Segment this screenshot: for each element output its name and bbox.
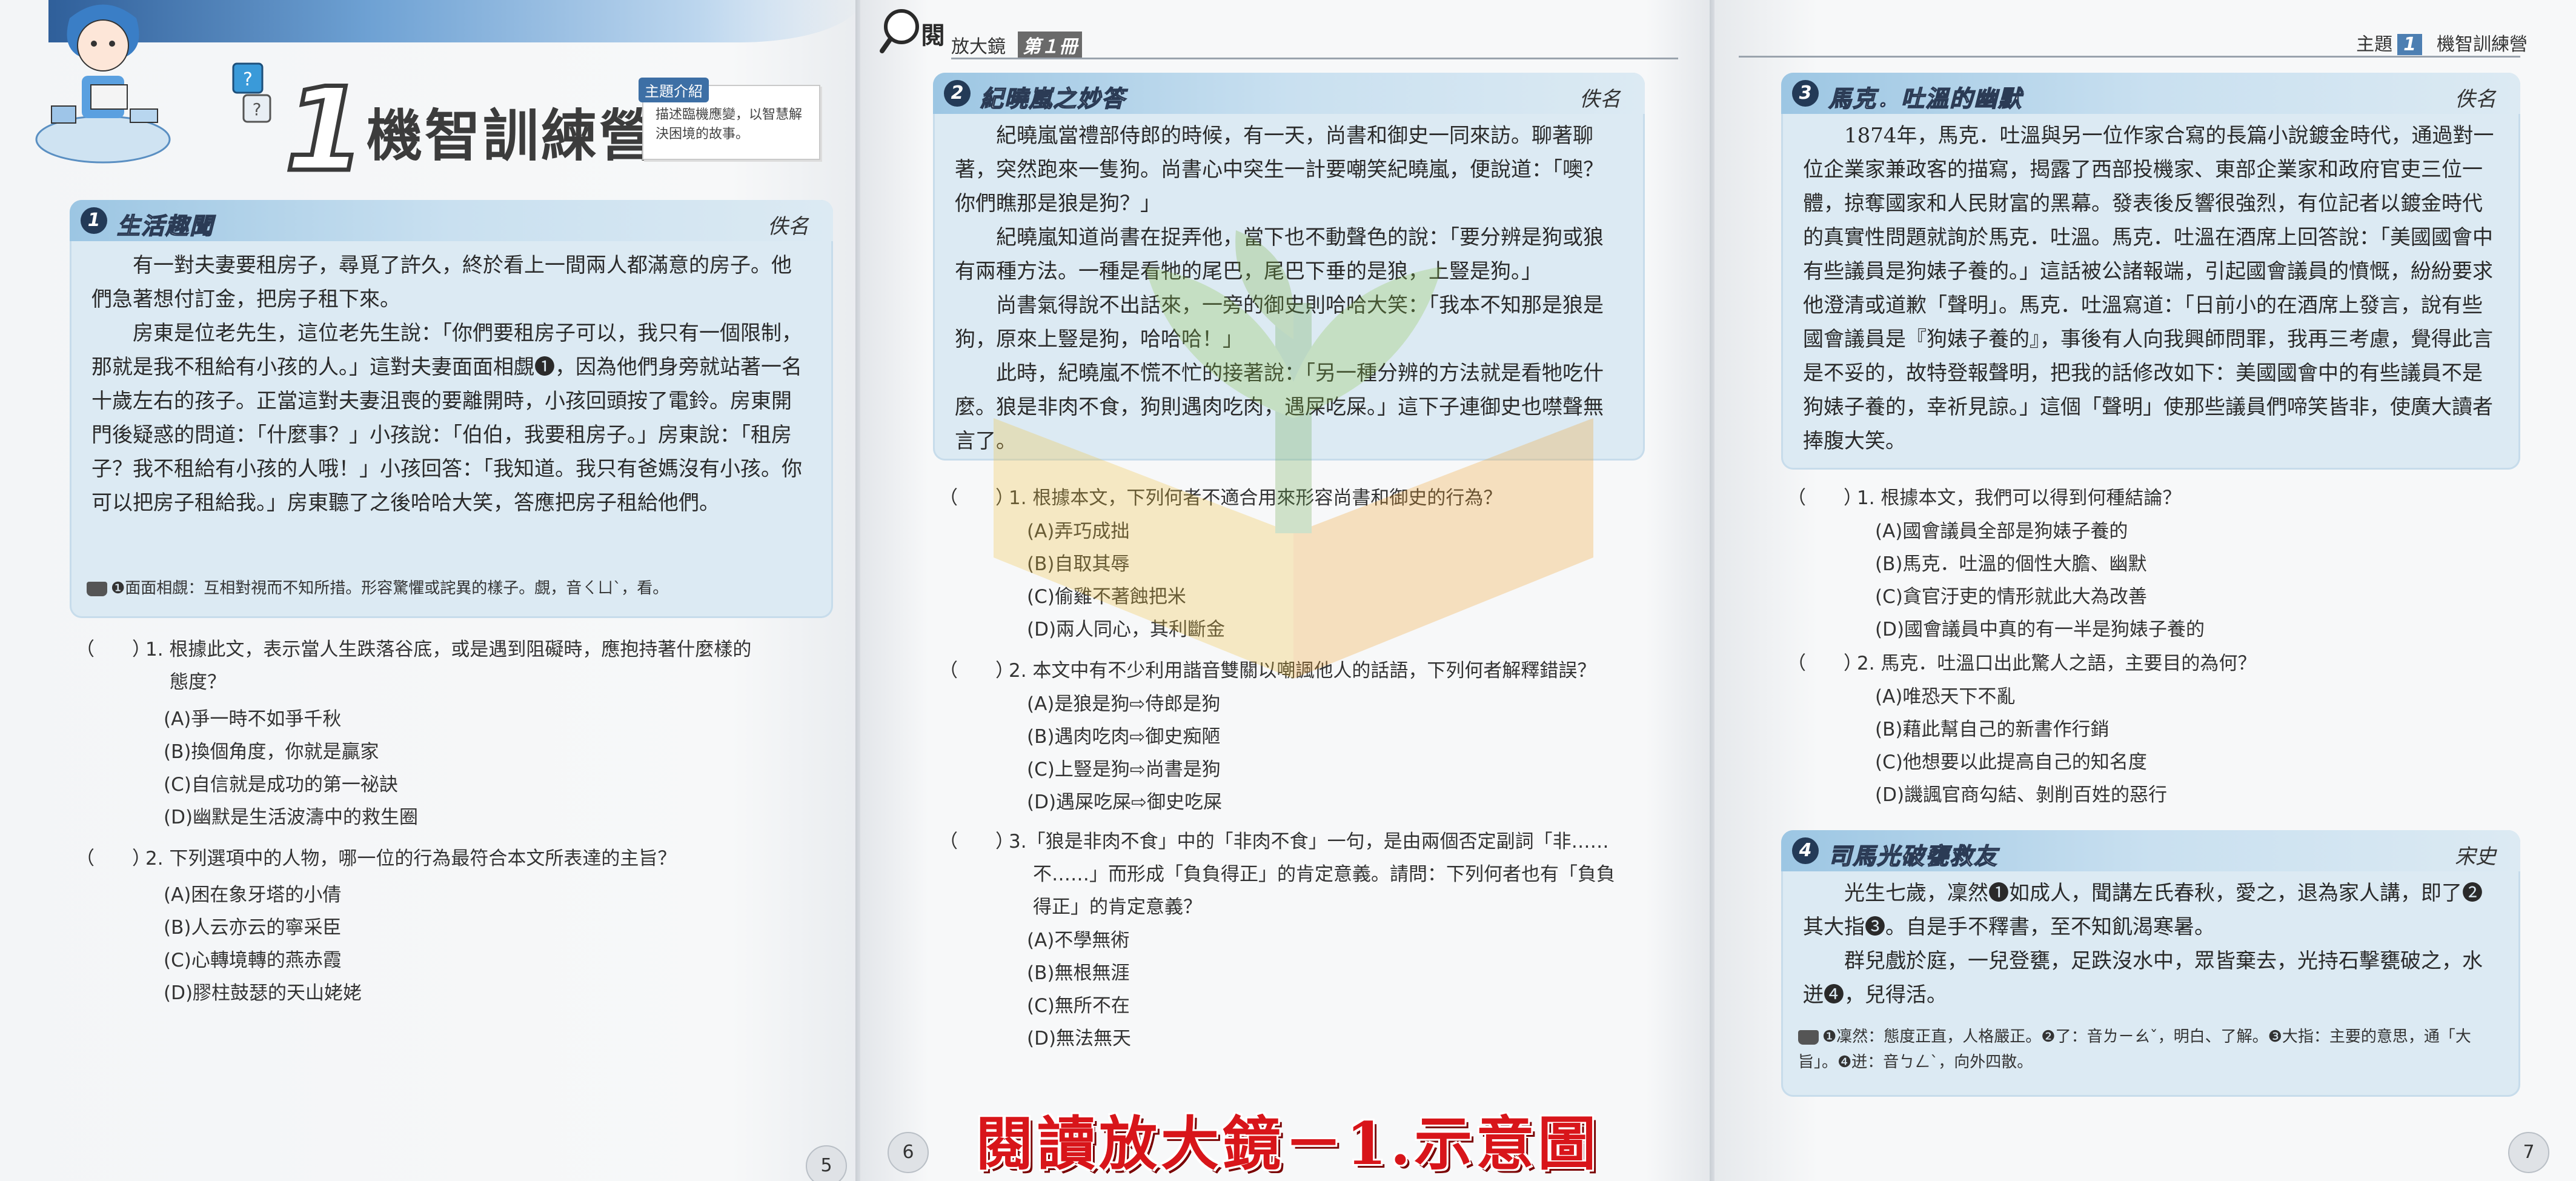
story-author: 佚名 xyxy=(2455,87,2496,111)
answer-blank[interactable]: （ ） xyxy=(76,842,151,875)
page-number: 7 xyxy=(2508,1132,2549,1173)
story-number: 3 xyxy=(1792,80,1819,107)
story-paragraph: 有一對夫妻要租房子，尋覓了許久，終於看上一間兩人都滿意的房子。他們急著想付訂金，… xyxy=(91,253,792,311)
question-text: 3.「狼是非肉不食」中的「非肉不食」一句，是由兩個否定副詞「非…… xyxy=(1009,831,1609,853)
glossary-text: ❶凜然：態度正直，人格嚴正。❷了：音ㄌㄧㄠˇ，明白、了解。❸大指：主要的意思，通… xyxy=(1798,1028,2471,1071)
story-paragraph: 房東是位老先生，這位老先生說：「你們要租房子可以，我只有一個限制，那就是我不租給… xyxy=(91,321,802,515)
story-paragraph: 紀曉嵐當禮部侍郎的時候，有一天，尚書和御史一同來訪。聊著聊著，突然跑來一隻狗。尚… xyxy=(955,124,1604,216)
reading-girl-mascot-icon xyxy=(35,4,171,164)
question-1: （ ） 1. 根據此文，表示當人生跌落谷底，或是遇到阻礙時，應抱持著什麼樣的 態… xyxy=(76,633,851,706)
story-title: 馬克．吐溫的幽默 xyxy=(1828,85,2023,113)
option-a[interactable]: (A)國會議員全部是狗婊子養的 xyxy=(1875,515,2128,548)
story-title: 司馬光破甕救友 xyxy=(1828,842,1999,870)
option-b[interactable]: (B)馬克．吐溫的個性大膽、幽默 xyxy=(1875,548,2146,581)
unit-title: 機智訓練營 xyxy=(367,104,658,168)
book-spread: ? ? 1 機智訓練營 主題介紹 描述臨機應變，以智慧解決困境的故事。 1 生活… xyxy=(0,0,2576,1181)
book-icon xyxy=(87,581,107,596)
option-c[interactable]: (C)心轉境轉的燕赤霞 xyxy=(164,944,342,977)
story-number: 4 xyxy=(1792,837,1819,864)
option-b[interactable]: (B)人云亦云的寧采臣 xyxy=(164,911,341,944)
question-block-icon: ? ? xyxy=(232,62,271,123)
series-header: 放大鏡 第１冊 xyxy=(951,32,1082,58)
story-number: 2 xyxy=(944,80,971,107)
story-author: 佚名 xyxy=(1579,87,1621,111)
option-b[interactable]: (B)無根無涯 xyxy=(1027,957,1129,990)
topic-header: 主題 1 機智訓練營 xyxy=(2356,29,2528,56)
diagram-caption: 閱讀放大鏡－1.示意圖 xyxy=(975,1109,1600,1178)
option-b[interactable]: (B)換個角度，你就是贏家 xyxy=(164,736,379,768)
option-a[interactable]: (A)困在象牙塔的小倩 xyxy=(164,879,341,911)
story-body: 有一對夫妻要租房子，尋覓了許久，終於看上一間兩人都滿意的房子。他們急著想付訂金，… xyxy=(91,248,811,520)
option-d[interactable]: (D)譏諷官商勾結、剝削百姓的惡行 xyxy=(1875,779,2167,811)
story-body: 光生七歲，凜然❶如成人，聞講左氏春秋，愛之，退為家人講，即了❷其大指❸。自是手不… xyxy=(1803,876,2498,1012)
svg-text:?: ? xyxy=(243,69,253,90)
page-number: 6 xyxy=(888,1132,929,1173)
question-text: 1. 根據此文，表示當人生跌落谷底，或是遇到阻礙時，應抱持著什麼樣的 xyxy=(145,639,752,660)
magnifier-logo-icon: 閱讀 xyxy=(880,9,945,53)
header-rule xyxy=(1739,56,2520,58)
story-body: 1874年，馬克．吐溫與另一位作家合寫的長篇小說鍍金時代，通過對一位企業家兼政客… xyxy=(1803,119,2498,458)
question-text: 2. 馬克．吐溫口出此驚人之語，主要目的為何？ xyxy=(1857,653,2257,674)
brand-text: 閱讀 xyxy=(921,22,945,50)
option-a[interactable]: (A)不學無術 xyxy=(1027,924,1129,957)
theme-intro-box: 主題介紹 描述臨機應變，以智慧解決困境的故事。 xyxy=(639,78,820,160)
option-a[interactable]: (A)唯恐天下不亂 xyxy=(1875,680,2015,713)
glossary-note: ❶面面相覷：互相對視而不知所措。形容驚懼或詫異的樣子。覷，音ㄑㄩˋ，看。 xyxy=(87,576,816,601)
story-paragraph: 群兒戲於庭，一兒登甕，足跌沒水中，眾皆棄去，光持石擊甕破之，水迸❹，兒得活。 xyxy=(1803,949,2483,1007)
topic-title: 機智訓練營 xyxy=(2437,34,2528,55)
glossary-note: ❶凜然：態度正直，人格嚴正。❷了：音ㄌㄧㄠˇ，明白、了解。❸大指：主要的意思，通… xyxy=(1798,1024,2503,1075)
book-icon xyxy=(1798,1030,1819,1045)
series-name: 放大鏡 xyxy=(951,36,1006,58)
page-7: 主題 1 機智訓練營 3 馬克．吐溫的幽默 佚名 1874年，馬克．吐溫與另一位作家… xyxy=(1715,0,2576,1181)
question-3: （ ） 3.「狼是非肉不食」中的「非肉不食」一句，是由兩個否定副詞「非…… 不…… xyxy=(939,825,1702,928)
story-paragraph: 1874年，馬克．吐溫與另一位作家合寫的長篇小說鍍金時代，通過對一位企業家兼政客… xyxy=(1803,124,2494,453)
story-author: 宋史 xyxy=(2455,845,2496,869)
question-2: （ ） 2. 馬克．吐溫口出此驚人之語，主要目的為何？ xyxy=(1787,647,2551,684)
theme-intro-tag: 主題介紹 xyxy=(639,78,709,102)
topic-number: 1 xyxy=(2397,34,2422,55)
option-c[interactable]: (C)他想要以此提高自己的知名度 xyxy=(1875,746,2147,779)
story-box-4: 4 司馬光破甕救友 宋史 光生七歲，凜然❶如成人，聞講左氏春秋，愛之，退為家人講… xyxy=(1781,830,2520,1097)
option-c[interactable]: (C)自信就是成功的第一祕訣 xyxy=(164,768,398,801)
answer-blank[interactable]: （ ） xyxy=(76,633,151,666)
svg-text:?: ? xyxy=(253,99,262,119)
answer-blank[interactable]: （ ） xyxy=(939,825,1014,858)
header-rule xyxy=(951,58,1678,59)
answer-blank[interactable]: （ ） xyxy=(1787,647,1862,680)
story-title: 紀曉嵐之妙答 xyxy=(980,85,1126,113)
option-d[interactable]: (D)無法無天 xyxy=(1027,1022,1131,1055)
page-number: 5 xyxy=(806,1145,847,1181)
option-d[interactable]: (D)幽默是生活波濤中的救生圈 xyxy=(164,801,418,834)
book-sprout-watermark-icon xyxy=(994,230,1593,679)
answer-blank[interactable]: （ ） xyxy=(1787,482,1862,514)
question-1: （ ） 1. 根據本文，我們可以得到何種結論？ xyxy=(1787,482,2551,518)
story-number: 1 xyxy=(81,207,107,234)
topic-label: 主題 xyxy=(2356,34,2393,55)
option-b[interactable]: (B)藉此幫自己的新書作行銷 xyxy=(1875,713,2109,746)
question-text-cont: 得正」的肯定意義？ xyxy=(1033,896,1202,918)
story-paragraph: 光生七歲，凜然❶如成人，聞講左氏春秋，愛之，退為家人講，即了❷其大指❸。自是手不… xyxy=(1803,881,2483,939)
question-text-cont: 不……」而形成「負負得正」的肯定意義。請問：下列何者也有「負負 xyxy=(1033,863,1615,885)
page-5: ? ? 1 機智訓練營 主題介紹 描述臨機應變，以智慧解決困境的故事。 1 生活… xyxy=(0,0,860,1181)
volume-tag: 第１冊 xyxy=(1018,32,1082,58)
option-c[interactable]: (C)無所不在 xyxy=(1027,990,1130,1022)
option-d[interactable]: (D)國會議員中真的有一半是狗婊子養的 xyxy=(1875,613,2205,646)
question-text-cont: 態度？ xyxy=(170,671,226,693)
option-d[interactable]: (D)遇屎吃屎⇨御史吃屎 xyxy=(1027,786,1222,819)
unit-number: 1 xyxy=(282,63,367,197)
story-author: 佚名 xyxy=(768,215,809,239)
story-box-3: 3 馬克．吐溫的幽默 佚名 1874年，馬克．吐溫與另一位作家合寫的長篇小說鍍金… xyxy=(1781,73,2520,470)
question-text: 1. 根據本文，我們可以得到何種結論？ xyxy=(1857,487,2182,509)
option-d[interactable]: (D)膠柱鼓瑟的天山姥姥 xyxy=(164,977,362,1010)
option-a[interactable]: (A)爭一時不如爭千秋 xyxy=(164,703,341,736)
question-text: 2. 下列選項中的人物，哪一位的行為最符合本文所表達的主旨？ xyxy=(145,848,677,870)
theme-intro-text: 描述臨機應變，以智慧解決困境的故事。 xyxy=(656,107,803,142)
story-box-1: 1 生活趣聞 佚名 有一對夫妻要租房子，尋覓了許久，終於看上一間兩人都滿意的房子… xyxy=(70,200,833,618)
glossary-text: ❶面面相覷：互相對視而不知所措。形容驚懼或詫異的樣子。覷，音ㄑㄩˋ，看。 xyxy=(111,579,669,597)
option-c[interactable]: (C)貪官汙吏的情形就此大為改善 xyxy=(1875,581,2147,613)
story-title: 生活趣聞 xyxy=(116,212,214,240)
question-2: （ ） 2. 下列選項中的人物，哪一位的行為最符合本文所表達的主旨？ xyxy=(76,842,851,879)
